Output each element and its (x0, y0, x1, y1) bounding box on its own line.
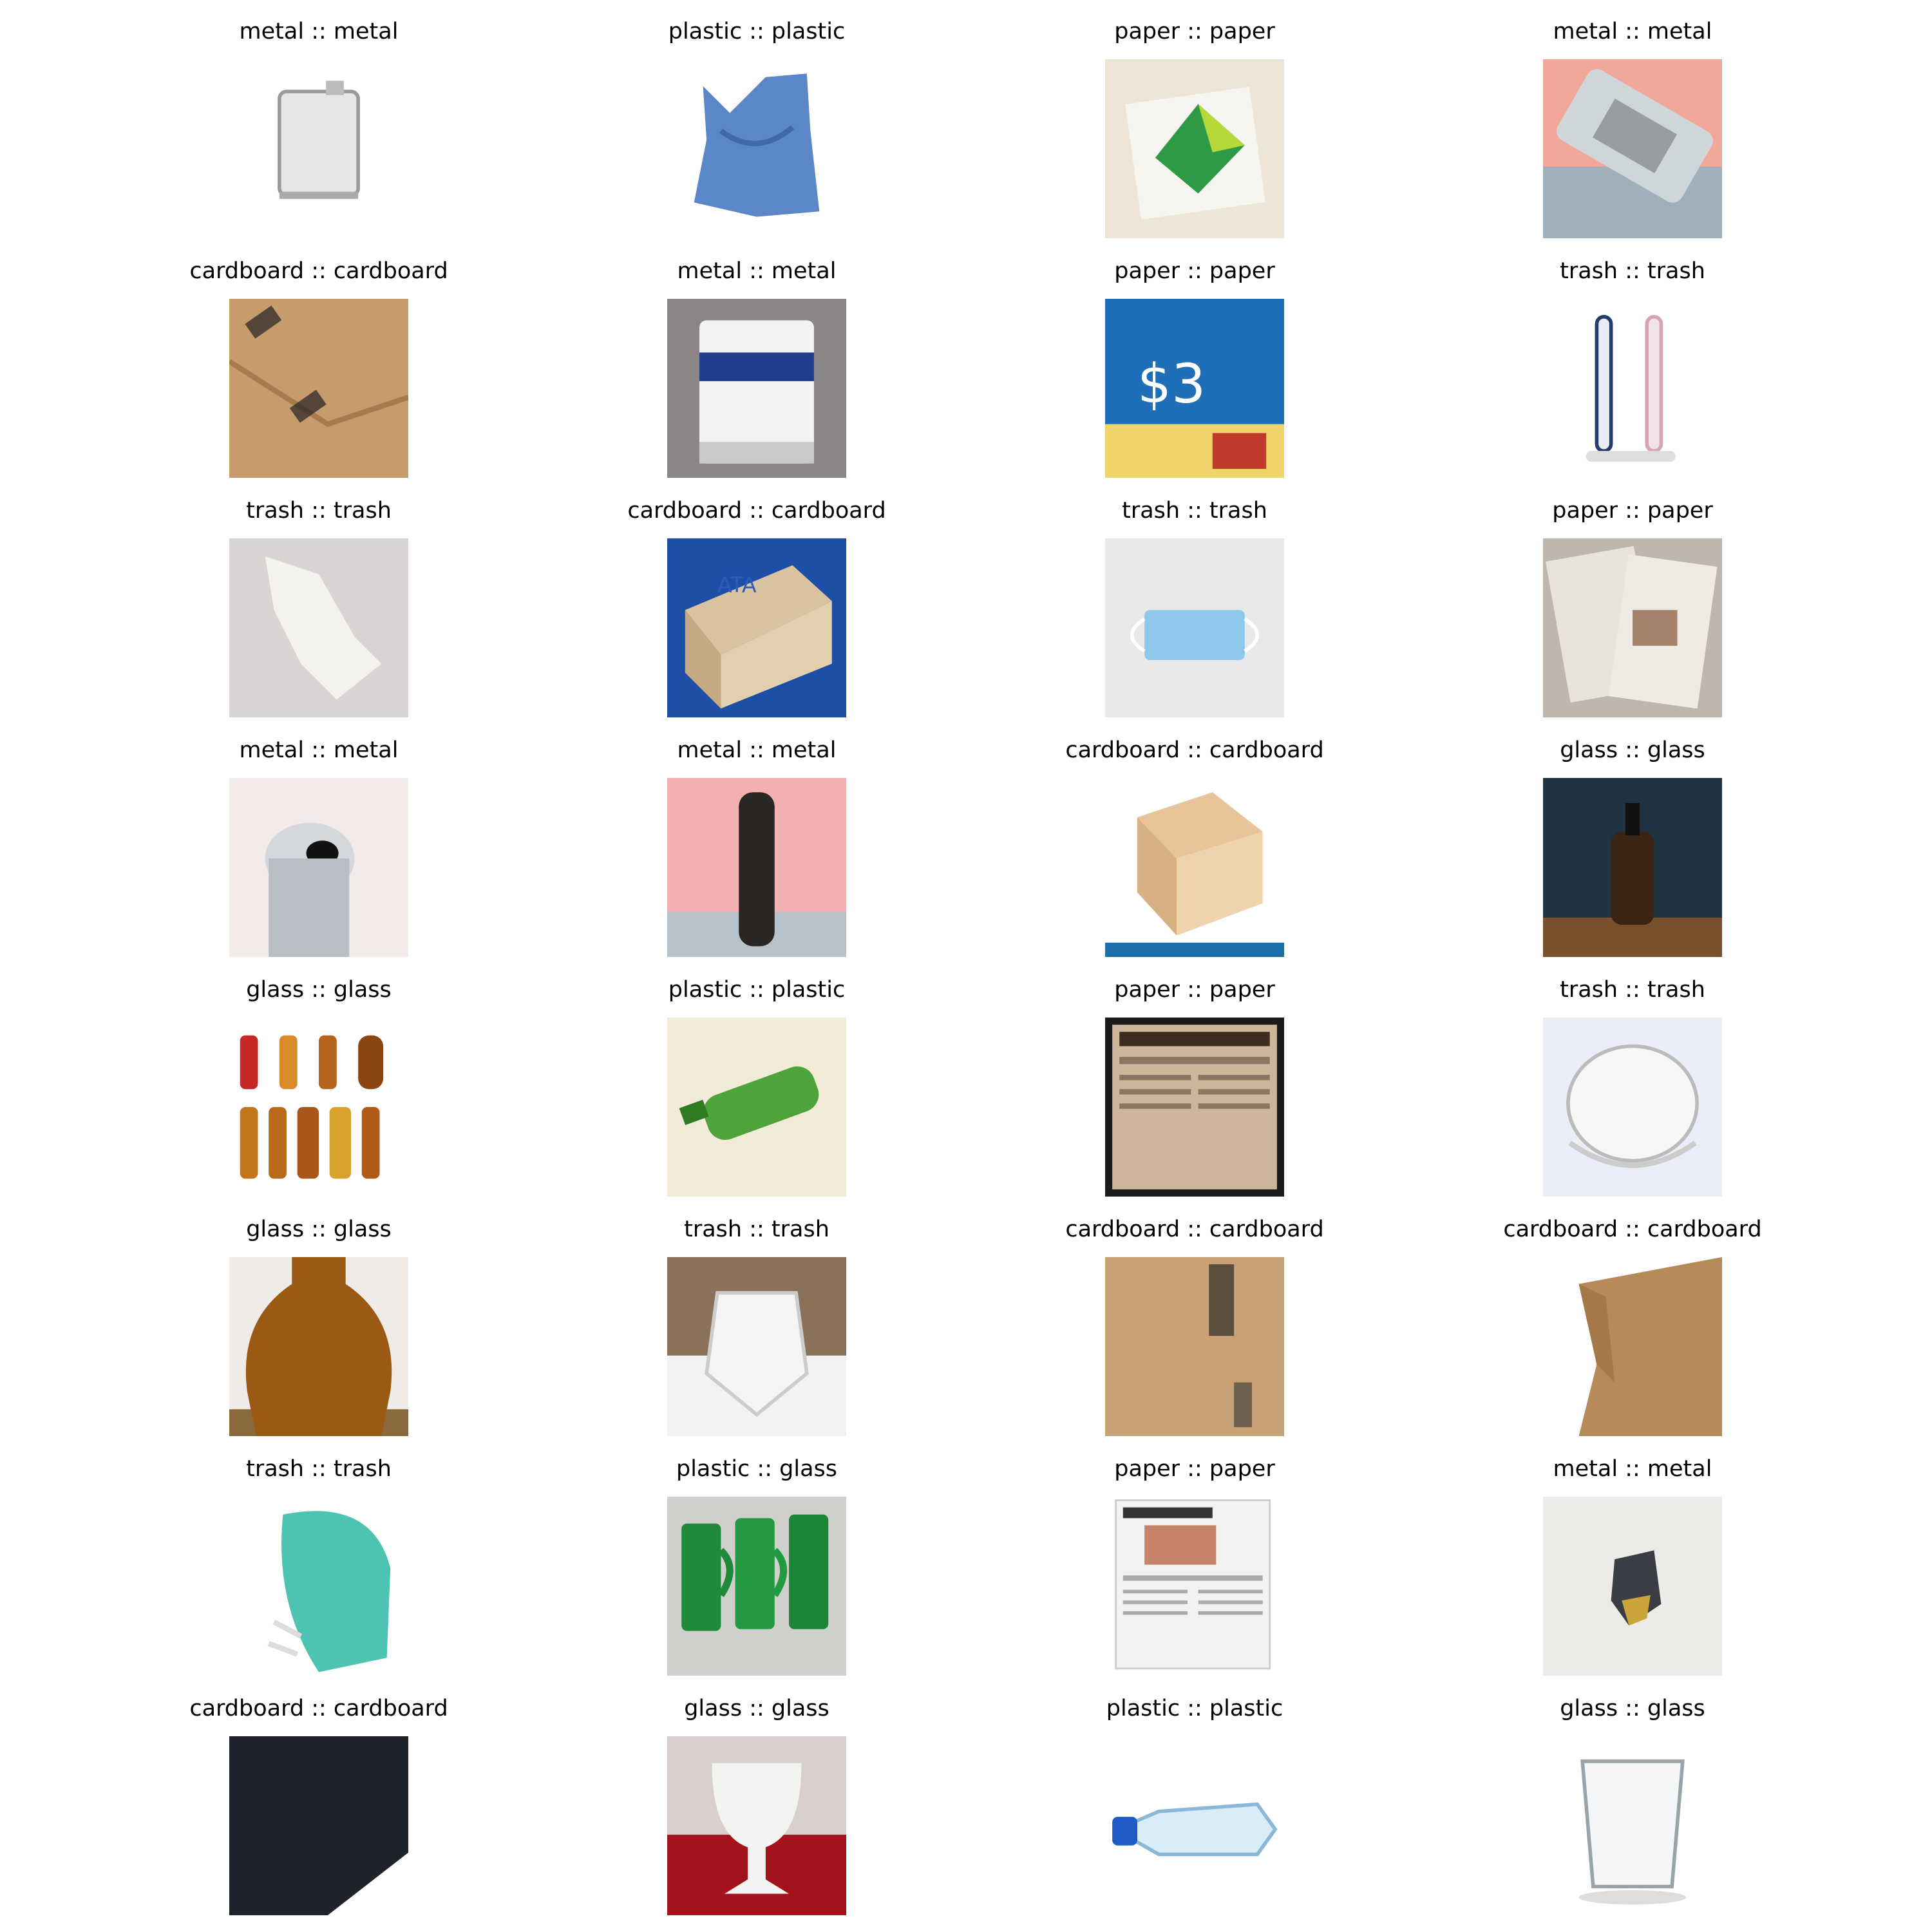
grid-cell: glass :: glass (1414, 1677, 1852, 1917)
cardboard-sheet-icon (1543, 1257, 1722, 1436)
grid-cell: trash :: trash (976, 479, 1414, 719)
glass-bottle-icon (1543, 778, 1722, 957)
cell-label: paper :: paper (1114, 1456, 1275, 1482)
face-mask-icon (1105, 538, 1284, 717)
grid-cell: cardboard :: cardboard (976, 719, 1414, 958)
paint-tin-icon (667, 299, 846, 478)
cell-label: glass :: glass (246, 1217, 392, 1242)
glass-bottles-icon (229, 1018, 408, 1197)
cell-label: metal :: metal (239, 737, 399, 763)
grid-cell: cardboard :: cardboard (1414, 1198, 1852, 1437)
plastic-bottle-icon (667, 1018, 846, 1197)
cell-label: metal :: metal (677, 258, 837, 284)
cell-label: trash :: trash (684, 1217, 829, 1242)
cell-label: paper :: paper (1114, 977, 1275, 1003)
crumpled-wrapper-icon (229, 538, 408, 717)
grid-cell: metal :: metal (1414, 1437, 1852, 1677)
cardboard-box-icon (229, 299, 408, 478)
newspaper-icon (1105, 1497, 1284, 1676)
grid-cell: plastic :: plastic (538, 958, 976, 1198)
cell-label: metal :: metal (239, 19, 399, 44)
face-mask-icon (1543, 1018, 1722, 1197)
glass-mugs-icon (667, 1497, 846, 1676)
grid-cell: metal :: metal (538, 240, 976, 479)
grid-cell: paper :: paper $3 (976, 240, 1414, 479)
grid-cell: trash :: trash (538, 1198, 976, 1437)
cell-label: cardboard :: cardboard (1503, 1217, 1762, 1242)
newspaper-icon (1105, 1018, 1284, 1197)
cell-label: glass :: glass (246, 977, 392, 1003)
cell-label: plastic :: plastic (1106, 1696, 1283, 1721)
toothbrush-icon (1543, 299, 1722, 478)
cell-label: plastic :: plastic (668, 19, 846, 44)
grid-cell: trash :: trash (1414, 240, 1852, 479)
grid-cell: metal :: metal (100, 0, 538, 240)
cell-label: cardboard :: cardboard (1065, 737, 1324, 763)
grid-cell: glass :: glass (100, 958, 538, 1198)
grid-cell: cardboard :: cardboard (976, 1198, 1414, 1437)
grid-cell: paper :: paper (976, 958, 1414, 1198)
grid-cell: metal :: metal (100, 719, 538, 958)
grid-cell: plastic :: glass (538, 1437, 976, 1677)
grid-cell: paper :: paper (1414, 479, 1852, 719)
grid-cell: cardboard :: cardboard (100, 240, 538, 479)
cell-label: trash :: trash (1560, 977, 1705, 1003)
cell-label: paper :: paper (1114, 258, 1275, 284)
cell-label: metal :: metal (1553, 1456, 1712, 1482)
metal-can-icon (229, 778, 408, 957)
cell-label: cardboard :: cardboard (627, 498, 886, 524)
grid-cell: glass :: glass (1414, 719, 1852, 958)
cell-label: cardboard :: cardboard (1065, 1217, 1324, 1242)
grid-cell: trash :: trash (100, 1437, 538, 1677)
drinking-glass-icon (1543, 1736, 1722, 1915)
svg-text:$3: $3 (1137, 353, 1206, 415)
svg-text:ATA: ATA (717, 572, 757, 597)
cell-label: plastic :: glass (676, 1456, 837, 1482)
plastic-bottle-icon (1105, 1736, 1284, 1915)
newspaper-icon (1543, 538, 1722, 717)
grid-cell: metal :: metal (538, 719, 976, 958)
grid-cell: plastic :: plastic (538, 0, 976, 240)
cell-label: metal :: metal (677, 737, 837, 763)
cell-label: trash :: trash (246, 1456, 392, 1482)
cell-label: metal :: metal (1553, 19, 1712, 44)
cardboard-box-icon (1105, 778, 1284, 957)
cell-label: glass :: glass (1560, 737, 1705, 763)
cardboard-sheet-icon (229, 1736, 408, 1915)
grid-cell: trash :: trash (100, 479, 538, 719)
grid-cell: metal :: metal (1414, 0, 1852, 240)
image-grid: metal :: metal plastic :: plastic paper … (0, 0, 1932, 1932)
glass-jug-icon (229, 1257, 408, 1436)
grid-cell: glass :: glass (538, 1677, 976, 1917)
metal-can-icon (229, 59, 408, 238)
grid-cell: plastic :: plastic (976, 1677, 1414, 1917)
aerosol-can-icon (667, 778, 846, 957)
grid-cell: paper :: paper (976, 1437, 1414, 1677)
face-mask-icon (229, 1497, 408, 1676)
cardboard-box-icon (1105, 1257, 1284, 1436)
grid-cell: trash :: trash (1414, 958, 1852, 1198)
cell-label: cardboard :: cardboard (189, 258, 448, 284)
grid-cell: cardboard :: cardboard (100, 1677, 538, 1917)
grid-cell: cardboard :: cardboard ATA (538, 479, 976, 719)
grid-cell: glass :: glass (100, 1198, 538, 1437)
cell-label: plastic :: plastic (668, 977, 846, 1003)
paper-flyer-icon: $3 (1105, 299, 1284, 478)
cell-label: trash :: trash (1122, 498, 1267, 524)
glass-goblet-icon (667, 1736, 846, 1915)
face-mask-icon (667, 1257, 846, 1436)
cell-label: paper :: paper (1552, 498, 1713, 524)
cell-label: trash :: trash (246, 498, 392, 524)
paper-envelope-icon (1105, 59, 1284, 238)
grid-cell: paper :: paper (976, 0, 1414, 240)
cardboard-box-icon: ATA (667, 538, 846, 717)
plastic-bag-icon (667, 59, 846, 238)
crushed-can-icon (1543, 1497, 1722, 1676)
cell-label: cardboard :: cardboard (189, 1696, 448, 1721)
metal-can-icon (1543, 59, 1722, 238)
cell-label: glass :: glass (1560, 1696, 1705, 1721)
cell-label: glass :: glass (684, 1696, 829, 1721)
cell-label: trash :: trash (1560, 258, 1705, 284)
cell-label: paper :: paper (1114, 19, 1275, 44)
